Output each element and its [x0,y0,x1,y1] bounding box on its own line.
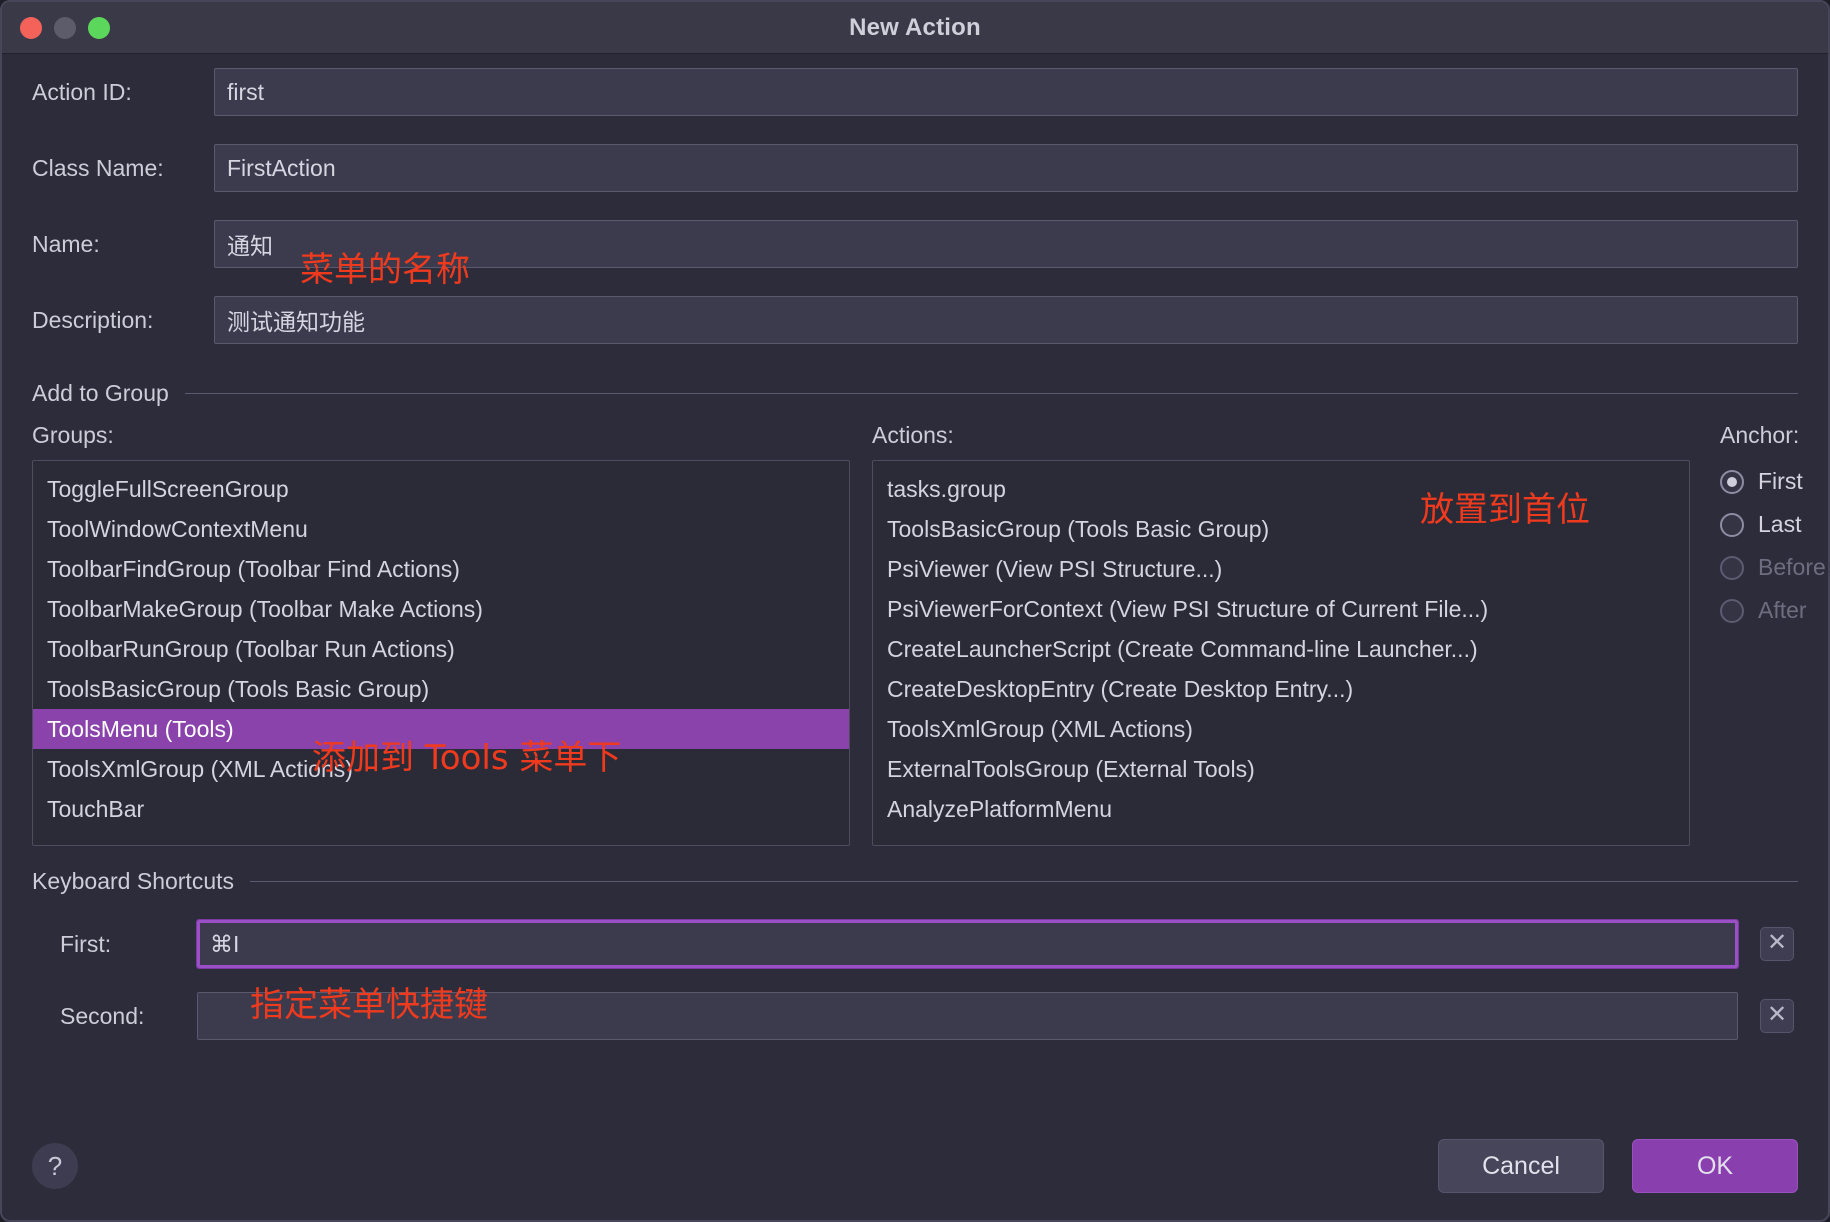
new-action-dialog: New Action Action ID: first Class Name: … [0,0,1830,1222]
first-shortcut-label: First: [60,930,112,957]
group-list-item[interactable]: ToolsMenu (Tools) [33,709,849,749]
title-bar: New Action [2,2,1828,54]
zoom-window-button[interactable] [88,16,110,39]
class-name-input[interactable]: FirstAction [214,144,1798,192]
anchor-radio-group: First Last Before After [1720,460,1826,632]
group-list-item[interactable]: ToolbarFindGroup (Toolbar Find Actions) [33,549,849,589]
keyboard-shortcuts-title: Keyboard Shortcuts [32,867,235,894]
first-shortcut-input[interactable]: ⌘I [196,919,1739,969]
group-list-item[interactable]: ToolsXmlGroup (XML Actions) [33,749,849,789]
help-icon[interactable]: ? [32,1143,78,1189]
anchor-option-label: After [1758,597,1807,623]
anchor-option-after: After [1720,589,1826,632]
actions-listbox[interactable]: tasks.group ToolsBasicGroup (Tools Basic … [872,460,1690,846]
second-shortcut-input[interactable] [197,992,1738,1040]
field-row-action-id: Action ID: first [32,54,1798,130]
window-controls [2,16,110,39]
window-title: New Action [849,13,981,41]
action-list-item[interactable]: ExternalToolsGroup (External Tools) [873,749,1689,789]
action-list-item[interactable]: CreateDesktopEntry (Create Desktop Entry… [873,669,1689,709]
dialog-body: Action ID: first Class Name: FirstAction… [2,54,1828,1052]
anchor-option-label: First [1758,468,1803,494]
cancel-button[interactable]: Cancel [1438,1139,1604,1193]
action-list-item[interactable]: tasks.group [873,469,1689,509]
radio-icon[interactable] [1720,469,1744,494]
action-list-item[interactable]: ToolsXmlGroup (XML Actions) [873,709,1689,749]
action-id-input[interactable]: first [214,68,1798,116]
anchor-option-label: Before [1758,554,1826,580]
name-input[interactable]: 通知 [214,220,1798,268]
ok-button[interactable]: OK [1632,1139,1798,1193]
groups-listbox[interactable]: ToggleFullScreenGroup ToolWindowContextMe… [32,460,850,846]
close-window-button[interactable] [20,16,42,39]
description-input[interactable]: 测试通知功能 [214,296,1798,344]
action-list-item[interactable]: CreateLauncherScript (Create Command-lin… [873,629,1689,669]
anchor-option-first[interactable]: First [1720,460,1826,503]
footer-buttons: Cancel OK [1438,1139,1798,1193]
keyboard-shortcuts-section-header: Keyboard Shortcuts [32,864,1798,898]
anchor-option-before: Before [1720,546,1826,589]
radio-icon [1720,598,1744,623]
add-to-group-body: Groups: ToggleFullScreenGroup ToolWindowC… [32,420,1826,846]
radio-icon[interactable] [1720,512,1744,537]
group-list-item[interactable]: ToggleFullScreenGroup [33,469,849,509]
add-to-group-section-header: Add to Group [32,376,1798,410]
minimize-window-button[interactable] [54,16,76,39]
anchor-caption: Anchor: [1720,422,1800,448]
second-shortcut-label: Second: [60,1002,145,1029]
action-list-item[interactable]: PsiViewer (View PSI Structure...) [873,549,1689,589]
shortcut-row-first: First: ⌘I ✕ [32,908,1798,980]
action-list-item[interactable]: AnalyzePlatformMenu [873,789,1689,829]
groups-column: Groups: ToggleFullScreenGroup ToolWindowC… [32,420,850,846]
section-divider [184,392,1798,394]
name-label: Name: [32,230,100,257]
group-list-item[interactable]: ToolbarMakeGroup (Toolbar Make Actions) [33,589,849,629]
action-list-item[interactable]: ToolsBasicGroup (Tools Basic Group) [873,509,1689,549]
field-row-class-name: Class Name: FirstAction [32,130,1798,206]
actions-column: Actions: tasks.group ToolsBasicGroup (Too… [872,420,1690,846]
anchor-option-last[interactable]: Last [1720,503,1826,546]
add-to-group-title: Add to Group [32,379,169,406]
anchor-option-label: Last [1758,511,1802,537]
section-divider [250,880,1798,882]
radio-icon [1720,555,1744,580]
group-list-item[interactable]: TouchBar [33,789,849,829]
field-row-name: Name: 通知 [32,206,1798,282]
action-list-item[interactable]: PsiViewerForContext (View PSI Structure … [873,589,1689,629]
description-label: Description: [32,306,154,333]
group-list-item[interactable]: ToolWindowContextMenu [33,509,849,549]
actions-caption: Actions: [872,422,954,448]
clear-first-shortcut-icon[interactable]: ✕ [1760,927,1794,961]
field-row-description: Description: 测试通知功能 [32,282,1798,358]
class-name-label: Class Name: [32,154,164,181]
group-list-item[interactable]: ToolsBasicGroup (Tools Basic Group) [33,669,849,709]
clear-second-shortcut-icon[interactable]: ✕ [1760,999,1794,1033]
group-list-item[interactable]: ToolbarRunGroup (Toolbar Run Actions) [33,629,849,669]
groups-caption: Groups: [32,422,114,448]
shortcut-row-second: Second: ✕ [32,980,1798,1052]
action-id-label: Action ID: [32,78,132,105]
dialog-footer: ? Cancel OK [2,1112,1828,1220]
anchor-column: Anchor: First Last Before After [1720,420,1826,632]
